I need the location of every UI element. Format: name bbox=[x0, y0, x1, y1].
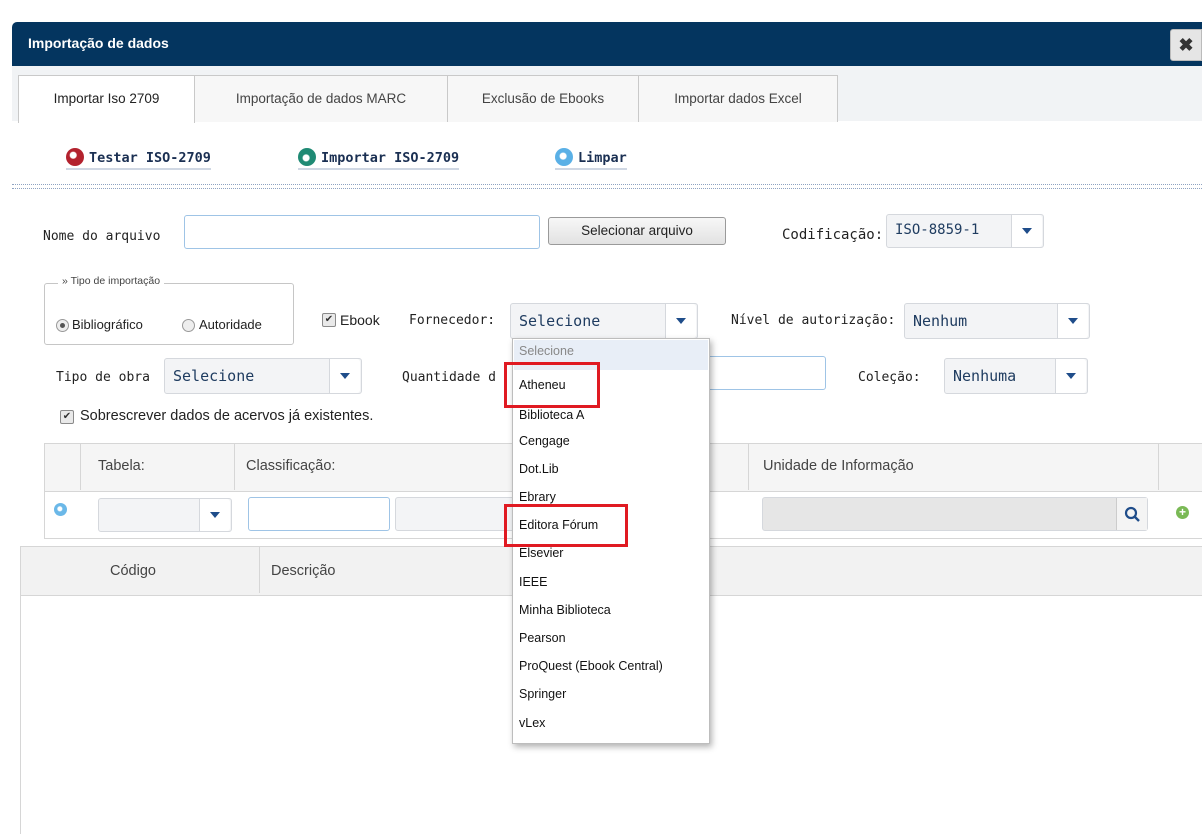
import-iso-label: Importar ISO-2709 bbox=[321, 150, 460, 166]
authorization-value: Nenhum bbox=[913, 312, 968, 330]
toolbar-divider bbox=[12, 184, 1202, 189]
add-icon[interactable]: + bbox=[1176, 506, 1189, 519]
work-type-label: Tipo de obra bbox=[56, 370, 150, 385]
information-unit-field[interactable] bbox=[762, 497, 1148, 531]
col-classificacao: Classificação: bbox=[246, 458, 336, 474]
collection-label: Coleção: bbox=[858, 370, 921, 385]
grid-divider bbox=[234, 444, 235, 490]
tab-importacao-marc[interactable]: Importação de dados MARC bbox=[194, 75, 448, 122]
clear-button[interactable]: Limpar bbox=[555, 148, 627, 170]
chevron-down-icon[interactable] bbox=[199, 499, 230, 531]
tab-importar-iso-2709[interactable]: Importar Iso 2709 bbox=[18, 75, 195, 123]
dropdown-option[interactable]: Selecione bbox=[519, 344, 574, 358]
grid-divider bbox=[80, 444, 81, 490]
file-name-input[interactable] bbox=[184, 215, 540, 249]
dropdown-option[interactable]: ProQuest (Ebook Central) bbox=[519, 659, 663, 673]
clear-label: Limpar bbox=[578, 150, 627, 166]
dropdown-option[interactable]: vLex bbox=[519, 716, 545, 730]
col-codigo: Código bbox=[110, 563, 156, 579]
work-type-select[interactable]: Selecione bbox=[164, 358, 362, 394]
highlight-box-atheneu bbox=[504, 362, 600, 408]
dropdown-option[interactable]: Minha Biblioteca bbox=[519, 603, 611, 617]
grid-divider bbox=[748, 444, 749, 490]
radio-bibliografico-label: Bibliográfico bbox=[72, 317, 143, 332]
highlight-box-editora-forum bbox=[504, 504, 628, 547]
test-icon bbox=[66, 148, 84, 166]
classification-input[interactable] bbox=[248, 497, 390, 531]
dropdown-option[interactable]: Springer bbox=[519, 687, 566, 701]
tab-exclusao-ebooks[interactable]: Exclusão de Ebooks bbox=[447, 75, 639, 122]
dropdown-option[interactable]: Pearson bbox=[519, 631, 566, 645]
ebook-checkbox[interactable]: ✔ bbox=[322, 313, 336, 327]
ebook-label: Ebook bbox=[340, 312, 380, 328]
col-unidade-informacao: Unidade de Informação bbox=[763, 458, 914, 474]
col-descricao: Descrição bbox=[271, 563, 336, 579]
dropdown-option[interactable]: Ebrary bbox=[519, 490, 556, 504]
dropdown-option[interactable]: Elsevier bbox=[519, 546, 563, 560]
collection-value: Nenhuma bbox=[953, 367, 1017, 385]
clear-row-icon[interactable] bbox=[54, 503, 67, 516]
test-iso-label: Testar ISO-2709 bbox=[89, 150, 211, 166]
radio-autoridade[interactable] bbox=[182, 319, 195, 332]
work-type-value: Selecione bbox=[173, 367, 255, 385]
import-type-legend: » Tipo de importação bbox=[58, 275, 165, 287]
import-iso-button[interactable]: Importar ISO-2709 bbox=[298, 148, 460, 170]
clear-icon bbox=[555, 148, 573, 166]
dropdown-option[interactable]: Biblioteca A bbox=[519, 408, 584, 422]
provider-label: Fornecedor: bbox=[409, 313, 496, 328]
chevron-down-icon[interactable] bbox=[1055, 359, 1086, 393]
collection-select[interactable]: Nenhuma bbox=[944, 358, 1088, 394]
radio-autoridade-label: Autoridade bbox=[199, 317, 262, 332]
overwrite-checkbox[interactable]: ✔ bbox=[60, 410, 74, 424]
chevron-down-icon[interactable] bbox=[329, 359, 360, 393]
quantity-label: Quantidade d bbox=[402, 370, 496, 385]
chevron-down-icon[interactable] bbox=[1011, 215, 1042, 247]
encoding-value: ISO-8859-1 bbox=[895, 222, 980, 238]
import-icon bbox=[298, 148, 316, 166]
dialog-title: Importação de dados bbox=[28, 35, 169, 51]
select-file-button[interactable]: Selecionar arquivo bbox=[548, 217, 726, 245]
grid-divider bbox=[1158, 444, 1159, 490]
import-type-fieldset bbox=[44, 283, 294, 345]
radio-bibliografico[interactable] bbox=[56, 319, 69, 332]
table-select[interactable] bbox=[98, 498, 232, 532]
col-tabela: Tabela: bbox=[98, 458, 145, 474]
search-button[interactable] bbox=[1116, 498, 1147, 530]
chevron-down-icon[interactable] bbox=[665, 304, 696, 338]
chevron-down-icon[interactable] bbox=[1057, 304, 1088, 338]
file-name-label: Nome do arquivo bbox=[43, 229, 161, 244]
classification-extra-field[interactable] bbox=[395, 497, 515, 531]
encoding-label: Codificação: bbox=[782, 227, 884, 243]
close-button[interactable]: ✖ bbox=[1170, 29, 1202, 61]
quantity-input[interactable] bbox=[700, 356, 826, 390]
authorization-select[interactable]: Nenhum bbox=[904, 303, 1090, 339]
provider-value: Selecione bbox=[519, 312, 601, 330]
dialog-title-bar: Importação de dados bbox=[12, 22, 1202, 66]
encoding-select[interactable]: ISO-8859-1 bbox=[886, 214, 1044, 248]
dropdown-option[interactable]: Cengage bbox=[519, 434, 570, 448]
tab-importar-excel[interactable]: Importar dados Excel bbox=[638, 75, 838, 122]
test-iso-button[interactable]: Testar ISO-2709 bbox=[66, 148, 211, 170]
provider-select[interactable]: Selecione bbox=[510, 303, 698, 339]
authorization-label: Nível de autorização: bbox=[731, 313, 896, 328]
overwrite-label: Sobrescrever dados de acervos já existen… bbox=[80, 408, 374, 424]
dropdown-option[interactable]: IEEE bbox=[519, 575, 548, 589]
search-icon bbox=[1124, 506, 1140, 522]
close-icon: ✖ bbox=[1178, 35, 1194, 55]
list-divider bbox=[259, 547, 260, 593]
dropdown-option[interactable]: Dot.Lib bbox=[519, 462, 559, 476]
